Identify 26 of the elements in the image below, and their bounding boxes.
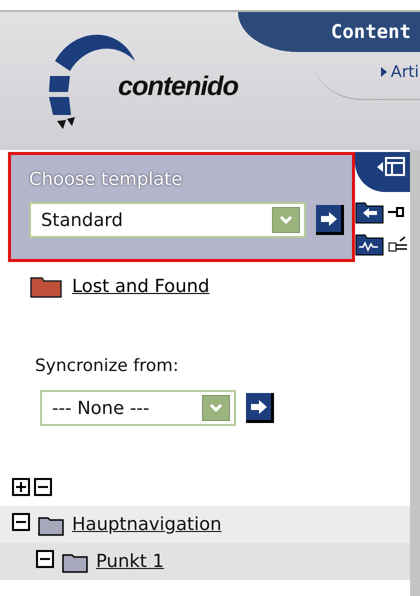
arrow-icon [320,210,338,226]
tree-row[interactable]: Hauptnavigation [0,506,410,543]
subnav-link[interactable]: Arti [390,62,419,81]
tree-row[interactable]: Punkt 1 [0,543,410,580]
collapse-icon[interactable] [12,513,30,531]
collapse-all-icon[interactable] [34,478,52,496]
key-icon[interactable] [388,207,404,217]
layout-icon[interactable] [376,156,406,178]
template-select[interactable]: Standard [29,202,306,238]
template-label: Choose template [29,169,184,190]
apply-button[interactable] [316,205,344,235]
expand-all-icon[interactable] [12,478,30,496]
sync-label: Syncronize from: [34,355,180,378]
triangle-icon [380,66,387,76]
plug-icon[interactable] [388,235,408,253]
folder-link[interactable]: Lost and Found [72,276,210,296]
sync-button[interactable] [246,393,274,423]
arrow-icon [250,398,268,414]
content-tab[interactable]: Content [238,12,420,52]
tree-link[interactable]: Punkt 1 [96,551,164,572]
folder-arrow-icon[interactable] [355,200,385,224]
folder-chart-icon[interactable] [355,232,385,256]
tree-link[interactable]: Hauptnavigation [72,514,222,535]
sync-select[interactable]: --- None --- [40,390,236,426]
collapse-icon[interactable] [36,550,54,568]
logo-text: contenido [118,70,238,102]
